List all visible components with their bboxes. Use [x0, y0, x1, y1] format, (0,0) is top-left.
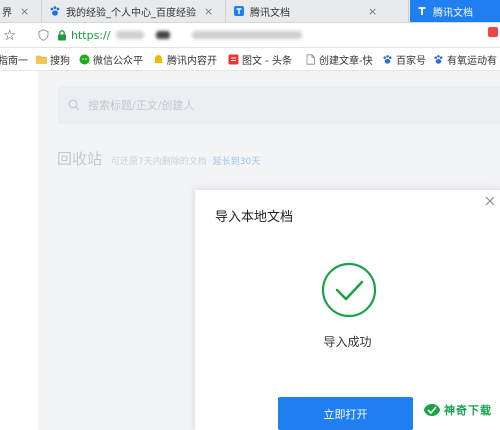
- bookmark-item[interactable]: 搜狗: [36, 52, 70, 67]
- baidu-paw-icon: [383, 55, 392, 64]
- url-redacted: [156, 31, 171, 39]
- close-icon[interactable]: ×: [204, 5, 213, 18]
- bookmark-label: 搜狗: [50, 56, 70, 67]
- tab-label: 我的经验_个人中心_百度经验: [66, 7, 196, 19]
- extension-icon[interactable]: [488, 27, 498, 37]
- folder-icon: [36, 55, 47, 64]
- tencent-docs-icon: [418, 7, 426, 15]
- tencent-docs-icon: [234, 6, 244, 16]
- watermark-text: 神奇下载: [444, 404, 492, 417]
- close-icon[interactable]: ×: [368, 5, 377, 18]
- browser-tab-bar: 界 × 我的经验_个人中心_百度经验 × 腾讯文档 × 腾讯文档: [0, 0, 500, 23]
- recycle-bin-header: 回收站 可还原7天内删除的文档 延长到30天: [57, 148, 260, 169]
- left-sidebar: [0, 71, 38, 430]
- search-placeholder: 搜索标题/正文/创建人: [88, 99, 195, 112]
- search-icon: [68, 99, 80, 111]
- page-title: 回收站: [57, 150, 103, 168]
- tab-partial[interactable]: 界 ×: [0, 0, 42, 22]
- tab-baidu-jingyan[interactable]: 我的经验_个人中心_百度经验 ×: [43, 0, 226, 22]
- tab-tencent-docs[interactable]: 腾讯文档 ×: [227, 0, 409, 22]
- tab-label: 腾讯文档: [433, 7, 473, 19]
- bookmark-label: 微信公众平: [93, 56, 143, 67]
- bookmark-item[interactable]: 创建文章-快: [305, 52, 373, 67]
- page-icon: [306, 54, 315, 65]
- tencent-bell-icon: [154, 55, 163, 63]
- bookmark-label: 图文 - 头条: [242, 56, 292, 67]
- watermark: 神奇下载: [423, 402, 492, 418]
- url-text: https://: [71, 28, 111, 42]
- address-bar: ☆ https://: [0, 23, 500, 48]
- bookmark-star-icon[interactable]: ☆: [3, 26, 16, 44]
- bookmark-label: 创建文章-快: [319, 56, 373, 67]
- dialog-title: 导入本地文档: [215, 210, 294, 225]
- bookmark-label: 有氧运动有: [447, 56, 497, 67]
- dialog-message: 导入成功: [323, 335, 372, 349]
- bookmark-label: 腾讯内容开: [167, 56, 217, 67]
- baidu-paw-icon: [50, 6, 60, 16]
- bookmark-label: 指南一: [0, 56, 28, 67]
- bookmarks-bar: 指南一 搜狗 微信公众平 腾讯内容开 图文 - 头条 创建文章-快 百家号 有氧…: [0, 48, 500, 71]
- bookmark-item[interactable]: 有氧运动有: [433, 52, 497, 67]
- baidu-paw-icon: [434, 55, 443, 64]
- wechat-icon: [79, 54, 90, 65]
- url-redacted: [192, 31, 303, 39]
- tab-label: 界: [2, 7, 12, 19]
- shield-icon: [38, 29, 49, 41]
- watermark-logo-icon: [424, 404, 440, 416]
- url-redacted: [116, 31, 145, 39]
- tab-tencent-docs-active[interactable]: 腾讯文档: [410, 0, 500, 22]
- tab-label: 腾讯文档: [250, 7, 290, 19]
- close-icon[interactable]: [483, 194, 497, 208]
- search-input[interactable]: 搜索标题/正文/创建人: [58, 86, 500, 124]
- toutiao-icon: [228, 54, 239, 65]
- bookmark-item[interactable]: 百家号: [382, 52, 426, 67]
- url-field[interactable]: https://: [26, 26, 494, 44]
- close-icon[interactable]: ×: [20, 5, 29, 18]
- bookmark-label: 百家号: [396, 56, 426, 67]
- lock-icon: [58, 29, 66, 40]
- bookmark-item[interactable]: 图文 - 头条: [228, 52, 292, 67]
- bookmark-item[interactable]: 微信公众平: [79, 52, 143, 67]
- recycle-note: 可还原7天内删除的文档: [111, 157, 207, 167]
- extend-link[interactable]: 延长到30天: [213, 154, 260, 167]
- bookmark-item[interactable]: 指南一: [0, 52, 28, 67]
- import-dialog: 导入本地文档 导入成功 立即打开: [195, 190, 500, 430]
- open-now-button[interactable]: 立即打开: [278, 397, 413, 430]
- success-check-icon: [321, 262, 377, 318]
- bookmark-item[interactable]: 腾讯内容开: [153, 52, 217, 67]
